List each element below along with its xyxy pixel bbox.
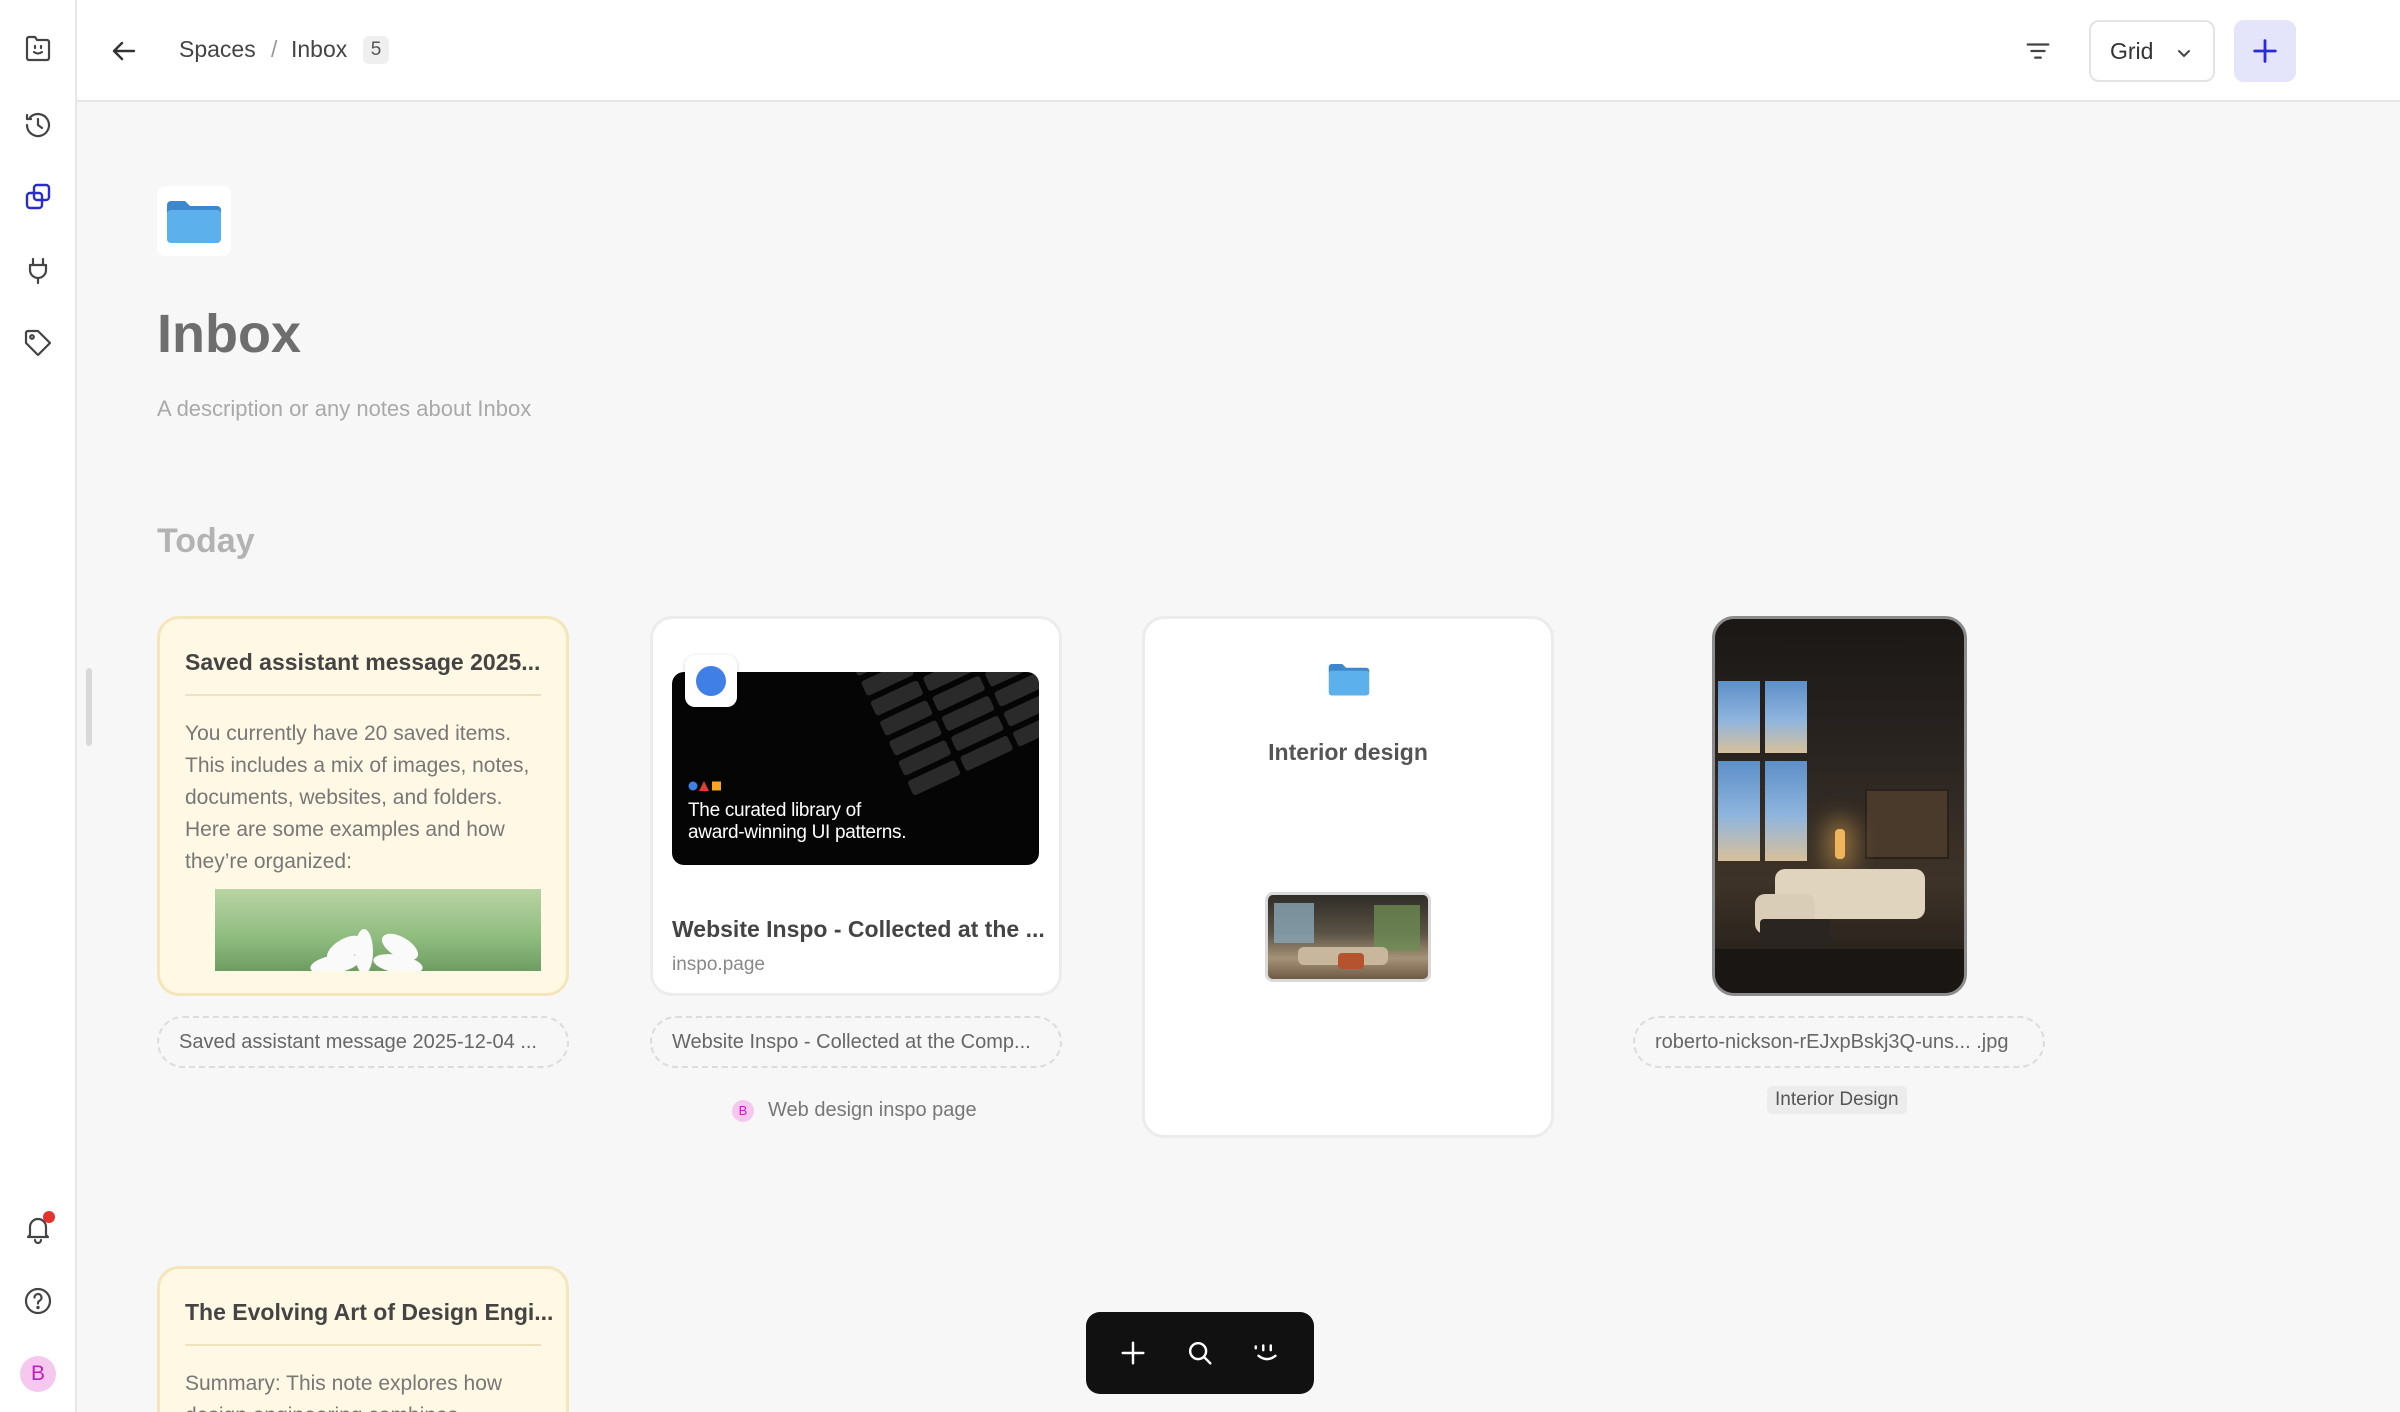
note-card-title: Saved assistant message 2025... <box>185 649 541 675</box>
spaces-icon <box>25 183 51 210</box>
website-tag-text: Web design inspo page <box>768 1099 977 1121</box>
note-divider <box>185 694 541 696</box>
sidebar-resize-handle[interactable] <box>86 668 92 746</box>
note-card-body: Summary: This note explores how design e… <box>185 1372 503 1412</box>
view-mode-label: Grid <box>2110 37 2154 64</box>
assistant-button[interactable] <box>1245 1331 1289 1375</box>
website-card-label[interactable]: Website Inspo - Collected at the Comp... <box>650 1016 1062 1068</box>
arrow-left-icon <box>112 41 136 61</box>
website-tag-line[interactable]: B Web design inspo page <box>732 1099 977 1122</box>
note-card-title: The Evolving Art of Design Engi... <box>185 1299 554 1325</box>
plug-icon <box>28 257 48 285</box>
notifications-button[interactable] <box>18 1209 58 1249</box>
page-title[interactable]: Inbox <box>157 303 301 365</box>
sidebar: B <box>0 0 77 1412</box>
home-button[interactable] <box>18 29 58 69</box>
note-card[interactable]: Saved assistant message 2025... You curr… <box>157 616 569 996</box>
folder-icon <box>167 201 221 243</box>
filter-button[interactable] <box>2013 26 2063 76</box>
folder-card[interactable]: Interior design <box>1142 616 1554 1138</box>
website-favicon <box>685 655 737 707</box>
chevron-down-icon <box>2178 50 2190 57</box>
tags-button[interactable] <box>18 323 58 363</box>
website-card[interactable]: The curated library of award-winning UI … <box>650 616 1062 996</box>
notification-dot <box>43 1211 55 1223</box>
integrations-button[interactable] <box>18 250 58 290</box>
history-button[interactable] <box>18 105 58 145</box>
plus-icon <box>2253 39 2277 63</box>
website-card-domain: inspo.page <box>672 954 765 975</box>
flower-image <box>215 889 541 971</box>
filter-icon <box>2026 43 2050 59</box>
back-button[interactable] <box>99 26 149 76</box>
topbar: Spaces / Inbox 5 Grid <box>77 0 2400 102</box>
brand-shapes-icon <box>688 781 721 791</box>
help-button[interactable] <box>18 1281 58 1321</box>
note-card-label[interactable]: Saved assistant message 2025-12-04 ... <box>157 1016 569 1068</box>
website-card-title: Website Inspo - Collected at the ... <box>672 916 1045 942</box>
spaces-button[interactable] <box>18 177 58 217</box>
tag-avatar: B <box>732 1099 754 1122</box>
image-card[interactable] <box>1712 616 1967 996</box>
folder-preview-image <box>1265 892 1431 982</box>
smile-icon <box>1254 1344 1277 1361</box>
note-divider <box>185 1344 541 1346</box>
website-thumbnail-text: The curated library of award-winning UI … <box>688 800 907 843</box>
space-folder-icon[interactable] <box>157 186 231 256</box>
image-card-label[interactable]: roberto-nickson-rEJxpBskj3Q-uns... .jpg <box>1633 1016 2045 1068</box>
view-mode-select[interactable]: Grid <box>2089 20 2215 82</box>
breadcrumb-inbox[interactable]: Inbox <box>291 36 347 63</box>
folder-icon <box>1328 664 1370 696</box>
section-title-today: Today <box>157 522 255 560</box>
page-description[interactable]: A description or any notes about Inbox <box>157 396 531 422</box>
user-avatar[interactable]: B <box>20 1356 56 1392</box>
note-card-body: You currently have 20 saved items. This … <box>185 722 530 873</box>
search-icon <box>1188 1341 1212 1365</box>
history-icon <box>25 112 51 138</box>
help-icon <box>24 1287 52 1315</box>
add-item-button[interactable] <box>2234 20 2296 82</box>
note-card[interactable]: The Evolving Art of Design Engi... Summa… <box>157 1266 569 1412</box>
breadcrumb-spaces[interactable]: Spaces <box>179 36 256 63</box>
tag-icon <box>24 329 52 357</box>
item-count-badge: 5 <box>363 36 389 64</box>
quick-add-button[interactable] <box>1111 1331 1155 1375</box>
smile-box-icon <box>25 35 51 62</box>
image-tag[interactable]: Interior Design <box>1767 1086 1907 1114</box>
plus-icon <box>1121 1341 1145 1365</box>
floating-toolbar <box>1086 1312 1314 1394</box>
folder-card-title: Interior design <box>1268 739 1428 765</box>
breadcrumb-separator: / <box>271 36 278 62</box>
search-button[interactable] <box>1178 1331 1222 1375</box>
